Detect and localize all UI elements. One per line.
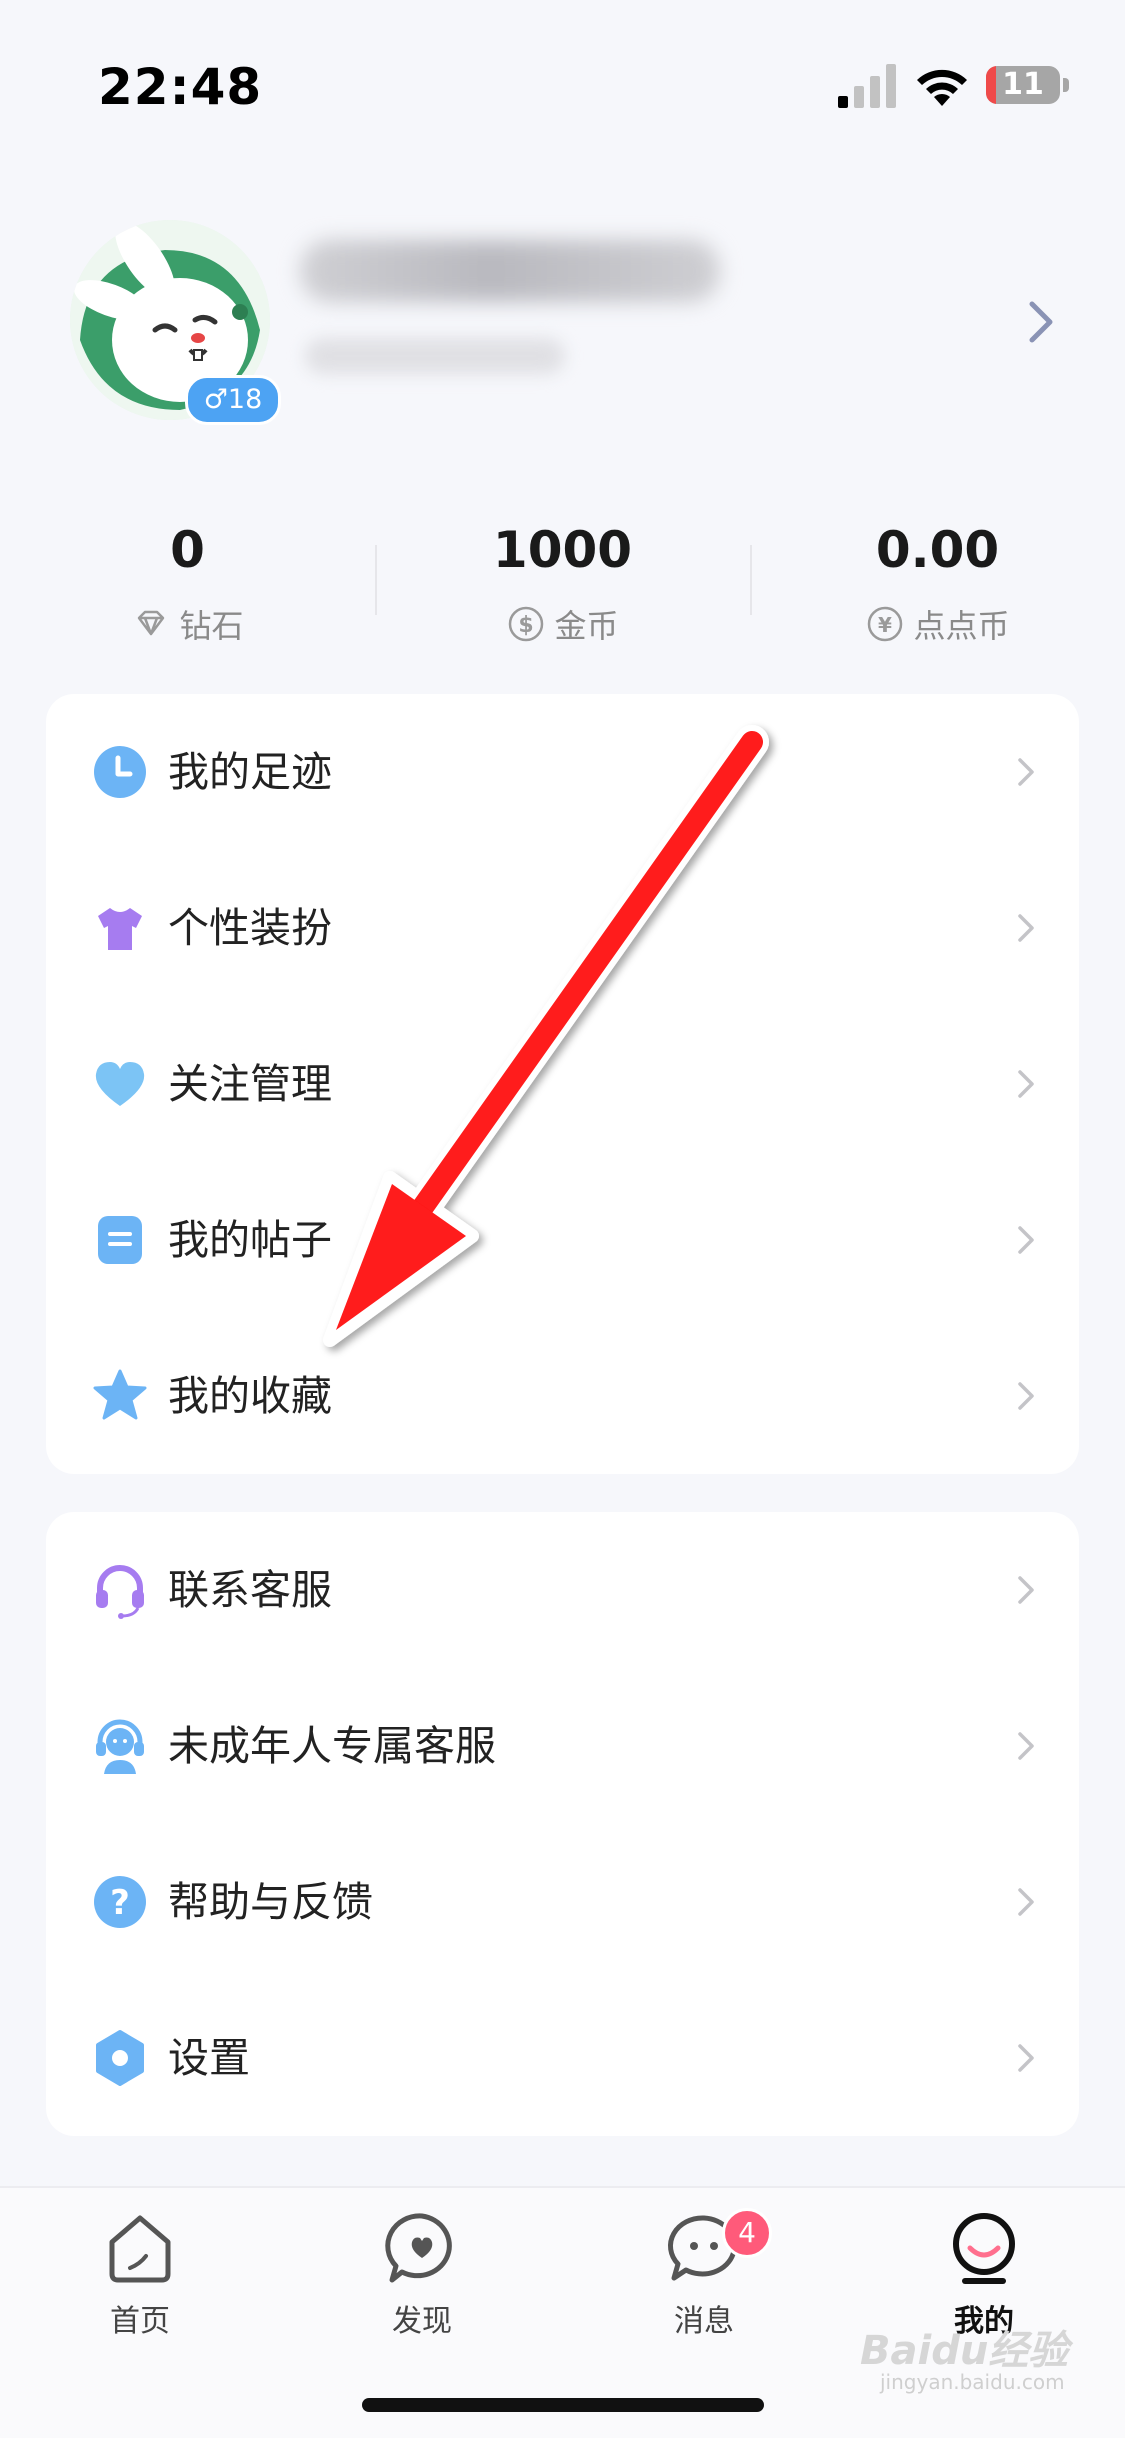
home-icon [109, 2215, 171, 2283]
clock-icon [94, 746, 146, 798]
chevron-right-icon [1018, 914, 1034, 942]
battery-level: 11 [1002, 67, 1044, 102]
menu-item-label: 联系客服 [168, 1566, 332, 1614]
stat-label: 点点币 [913, 607, 1010, 645]
unread-badge: 4 [722, 2208, 772, 2258]
discover-bubble-icon [385, 2213, 452, 2283]
baidu-watermark: Baidu经验 [860, 2328, 1069, 2374]
status-bar: 22:48 11 [0, 0, 1125, 150]
menu-item-footprints[interactable]: 我的足迹 [46, 694, 1079, 850]
heart-icon [95, 1062, 145, 1106]
document-icon [98, 1216, 142, 1264]
stat-label: 钻石 [179, 607, 244, 645]
menu-item-label: 未成年人专属客服 [168, 1722, 496, 1770]
profile-header[interactable]: ♂18 [0, 210, 1125, 440]
tshirt-icon [98, 908, 142, 950]
stat-gold-coins[interactable]: 1000 $ 金币 [375, 515, 750, 655]
wallet-stats: 0 钻石 1000 $ 金币 0.00 ¥ 点点币 [0, 515, 1125, 655]
menu-item-label: 我的收藏 [168, 1372, 332, 1420]
tab-discover[interactable]: 发现 [322, 2208, 522, 2358]
tab-label: 首页 [110, 2304, 170, 2339]
chevron-right-icon [1018, 1226, 1034, 1254]
headset-icon [96, 1565, 144, 1619]
tab-home[interactable]: 首页 [40, 2208, 240, 2358]
status-time: 22:48 [98, 58, 263, 116]
stat-value: 0.00 [875, 521, 1000, 579]
menu-item-label: 我的足迹 [168, 748, 332, 796]
battery-icon: 11 [986, 66, 1070, 106]
settings-gear-icon [96, 2030, 144, 2086]
menu-item-help-feedback[interactable]: ? 帮助与反馈 [46, 1824, 1079, 1980]
svg-text:$: $ [519, 613, 534, 638]
question-icon: ? [94, 1876, 146, 1928]
dollar-coin-icon: $ [509, 606, 544, 642]
stat-dian-coins[interactable]: 0.00 ¥ 点点币 [750, 515, 1125, 655]
blurred-username [300, 240, 720, 302]
menu-item-minor-support[interactable]: 未成年人专属客服 [46, 1668, 1079, 1824]
blurred-user-id [305, 338, 565, 374]
svg-text:¥: ¥ [879, 613, 893, 637]
watermark-url: jingyan.baidu.com [880, 2370, 1065, 2394]
chevron-right-icon[interactable] [1022, 292, 1062, 352]
menu-item-favorites[interactable]: 我的收藏 [46, 1318, 1079, 1474]
tab-label: 发现 [392, 2304, 452, 2339]
menu-item-my-posts[interactable]: 我的帖子 [46, 1162, 1079, 1318]
tab-label: 消息 [674, 2304, 734, 2339]
diamond-icon [138, 610, 165, 636]
tab-messages[interactable]: 4 消息 [604, 2208, 804, 2358]
stat-label: 金币 [554, 607, 619, 645]
profile-face-icon [953, 2213, 1015, 2284]
menu-item-label: 我的帖子 [168, 1216, 332, 1264]
chevron-right-icon [1018, 1382, 1034, 1410]
menu-item-contact-support[interactable]: 联系客服 [46, 1512, 1079, 1668]
menu-card-personal: 我的足迹 个性装扮 关注管理 我的帖子 我的收藏 [46, 694, 1079, 1474]
menu-item-settings[interactable]: 设置 [46, 1980, 1079, 2136]
menu-card-support: 联系客服 未成年人专属客服 ? 帮助与反馈 设置 [46, 1512, 1079, 2136]
menu-item-dress-up[interactable]: 个性装扮 [46, 850, 1079, 1006]
home-indicator [362, 2398, 764, 2412]
menu-item-label: 设置 [168, 2034, 250, 2082]
menu-item-label: 个性装扮 [168, 904, 332, 952]
stat-value: 0 [170, 521, 205, 579]
gender-age-badge: ♂18 [185, 375, 281, 425]
yen-coin-icon: ¥ [868, 606, 903, 642]
cellular-signal-icon [838, 64, 896, 108]
stat-diamonds[interactable]: 0 钻石 [0, 515, 375, 655]
star-icon [93, 1369, 147, 1420]
chevron-right-icon [1018, 1070, 1034, 1098]
stat-value: 1000 [492, 521, 633, 579]
support-agent-icon [96, 1719, 144, 1774]
chevron-right-icon [1018, 1888, 1034, 1916]
chevron-right-icon [1018, 1576, 1034, 1604]
wifi-icon [917, 69, 967, 106]
menu-item-label: 关注管理 [168, 1060, 332, 1108]
chevron-right-icon [1018, 1732, 1034, 1760]
chevron-right-icon [1018, 758, 1034, 786]
svg-text:?: ? [110, 1883, 130, 1923]
chevron-right-icon [1018, 2044, 1034, 2072]
menu-item-follow-management[interactable]: 关注管理 [46, 1006, 1079, 1162]
menu-item-label: 帮助与反馈 [168, 1878, 373, 1926]
